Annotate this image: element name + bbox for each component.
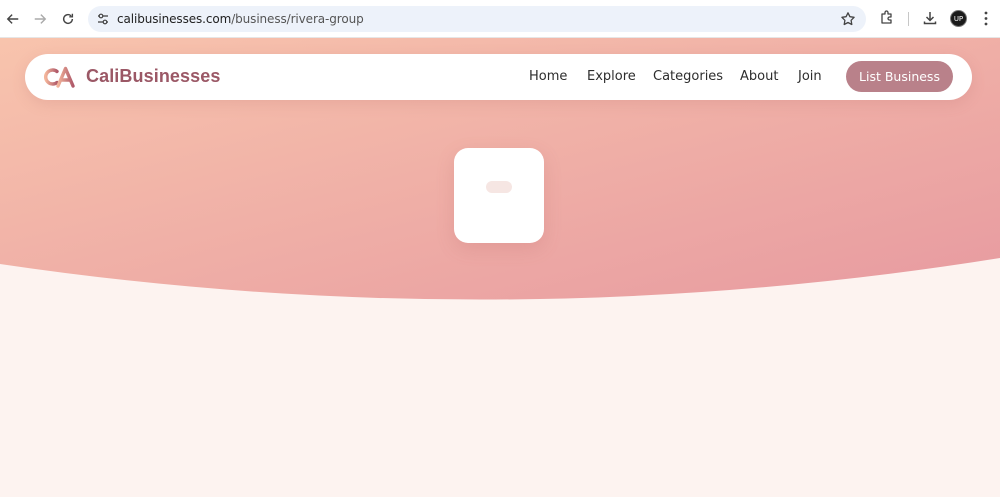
business-logo-card	[454, 148, 544, 243]
url-path: /business/rivera-group	[231, 12, 364, 26]
brand-name[interactable]: CaliBusinesses	[86, 66, 220, 87]
list-business-button[interactable]: List Business	[846, 61, 953, 92]
url-text[interactable]: calibusinesses.com/business/rivera-group	[117, 12, 364, 26]
avatar-initials: UP	[953, 14, 964, 23]
logo-placeholder	[486, 181, 512, 193]
back-icon	[6, 14, 19, 24]
hero-background	[0, 38, 1000, 300]
nav-home[interactable]: Home	[529, 69, 567, 84]
nav-explore[interactable]: Explore	[587, 69, 636, 84]
menu-kebab-icon[interactable]	[980, 10, 992, 27]
reload-button[interactable]	[57, 8, 79, 30]
site-settings-icon[interactable]	[96, 12, 110, 26]
nav-categories[interactable]: Categories	[653, 69, 723, 84]
hero-section: CaliBusinesses Home Explore Categories A…	[0, 38, 1000, 497]
forward-button[interactable]	[29, 8, 51, 30]
address-bar[interactable]: calibusinesses.com/business/rivera-group	[88, 6, 866, 32]
url-domain: calibusinesses.com	[117, 12, 232, 26]
forward-icon	[34, 14, 47, 24]
download-icon[interactable]	[922, 10, 938, 26]
reload-icon	[62, 13, 74, 25]
browser-toolbar: calibusinesses.com/business/rivera-group…	[0, 0, 1000, 38]
nav-about[interactable]: About	[740, 69, 778, 84]
back-button[interactable]	[2, 8, 24, 30]
nav-join[interactable]: Join	[798, 69, 822, 84]
extensions-icon[interactable]	[879, 10, 895, 26]
site-navbar: CaliBusinesses Home Explore Categories A…	[25, 54, 972, 100]
logo-icon[interactable]	[43, 66, 77, 88]
bookmark-star-icon[interactable]	[840, 11, 856, 27]
profile-avatar[interactable]: UP	[950, 10, 967, 27]
toolbar-divider	[908, 12, 909, 26]
